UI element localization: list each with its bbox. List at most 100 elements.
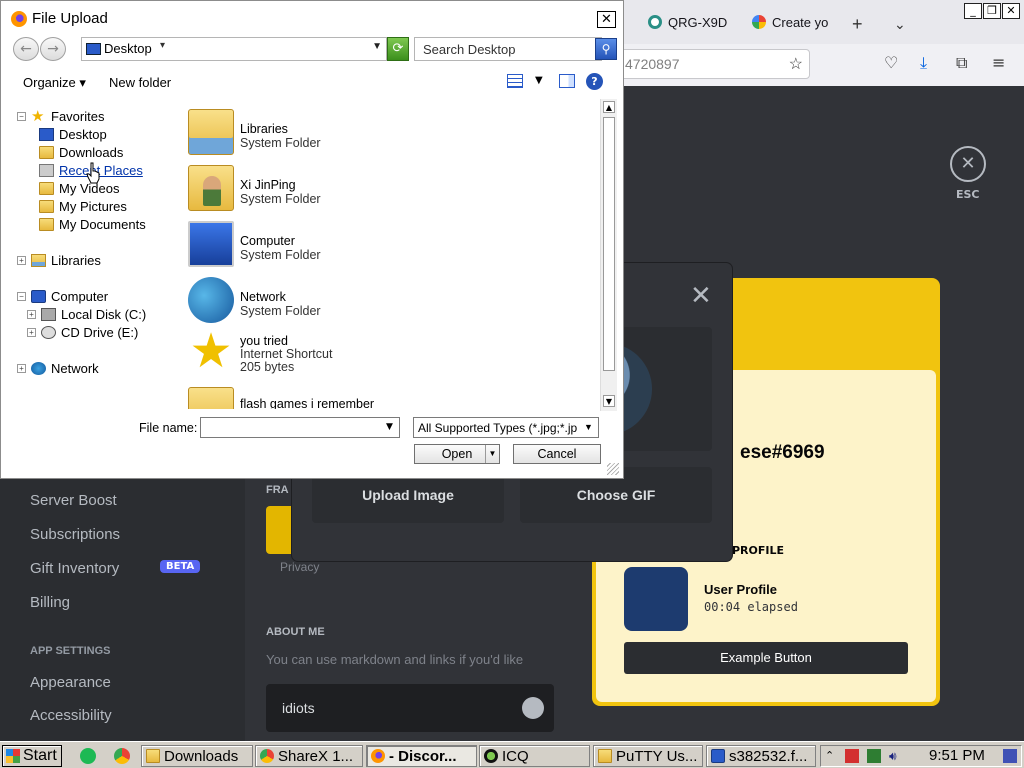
- list-item-folder[interactable]: flash games i remember: [184, 383, 584, 409]
- refresh-icon[interactable]: ⟳: [387, 37, 409, 61]
- emoji-picker-icon[interactable]: [522, 697, 544, 719]
- downloads-folder-icon: [39, 145, 54, 159]
- clock[interactable]: 9:51 PM: [929, 747, 985, 764]
- tree-downloads[interactable]: Downloads: [39, 143, 123, 161]
- task-putty-user[interactable]: PuTTY Us...: [593, 745, 703, 767]
- list-item-shortcut[interactable]: ★ you tried Internet Shortcut 205 bytes: [184, 325, 584, 383]
- search-icon[interactable]: ⚲: [595, 38, 617, 60]
- nav-appearance[interactable]: Appearance: [30, 674, 111, 691]
- tree-libraries[interactable]: + Libraries: [17, 251, 101, 269]
- minimize-button[interactable]: _: [964, 3, 982, 19]
- resize-grip-icon[interactable]: [607, 463, 619, 475]
- url-bar[interactable]: 4720897 ☆: [612, 49, 810, 79]
- tree-my-documents[interactable]: My Documents: [39, 215, 146, 233]
- address-bar[interactable]: Desktop ▾ ▼: [81, 37, 387, 61]
- new-folder-button[interactable]: New folder: [109, 75, 171, 90]
- list-item-user-folder[interactable]: Xi JinPing System Folder: [184, 161, 584, 215]
- collapse-icon[interactable]: −: [17, 111, 26, 121]
- tab-list-button[interactable]: ⌄: [894, 10, 906, 38]
- nav-gift-inventory[interactable]: Gift Inventory: [30, 560, 119, 577]
- network-monitor-icon[interactable]: [867, 749, 881, 763]
- task-discord-firefox[interactable]: - Discor...: [366, 745, 477, 767]
- file-list: Libraries System Folder Xi JinPing Syste…: [184, 99, 598, 409]
- tray-expand-icon[interactable]: ⌃: [825, 749, 839, 763]
- tree-desktop[interactable]: Desktop: [39, 125, 107, 143]
- nav-subscriptions[interactable]: Subscriptions: [30, 526, 120, 543]
- list-item-computer[interactable]: Computer System Folder: [184, 217, 584, 271]
- window-close-button[interactable]: ✕: [1002, 3, 1020, 19]
- search-input[interactable]: Search Desktop: [414, 37, 602, 61]
- dialog-titlebar[interactable]: File Upload ✕: [1, 1, 623, 37]
- tree-local-disk[interactable]: + Local Disk (C:): [27, 305, 146, 323]
- tab-qrg[interactable]: QRG-X9D: [648, 8, 736, 36]
- favorites-star-icon: ★: [31, 107, 45, 125]
- spotify-icon[interactable]: [80, 748, 96, 764]
- breadcrumb-chevron-icon[interactable]: ▾: [160, 40, 165, 51]
- tree-network[interactable]: + Network: [17, 359, 99, 377]
- computer-monitor-icon: [188, 221, 234, 267]
- tree-my-videos[interactable]: My Videos: [39, 179, 119, 197]
- menu-hamburger-icon[interactable]: ≡: [992, 53, 1005, 72]
- organize-menu-button[interactable]: Organize ▾: [23, 75, 86, 91]
- scroll-up-icon[interactable]: ▲: [603, 101, 615, 113]
- folder-icon: [188, 387, 234, 409]
- nav-server-boost[interactable]: Server Boost: [30, 492, 117, 509]
- change-view-icon[interactable]: [507, 74, 523, 88]
- expand-icon[interactable]: +: [17, 255, 26, 265]
- esc-close-icon[interactable]: ✕: [950, 146, 986, 182]
- file-type-dropdown-icon[interactable]: ▼: [581, 419, 596, 436]
- file-list-scrollbar[interactable]: ▲ ▼: [600, 99, 617, 411]
- preview-pane-icon[interactable]: [559, 74, 575, 88]
- file-name-dropdown-icon[interactable]: ▼: [381, 419, 398, 436]
- bookmark-star-icon[interactable]: ☆: [789, 54, 803, 74]
- forward-arrow-icon[interactable]: →: [40, 37, 66, 61]
- task-label: Downloads: [164, 747, 239, 765]
- expand-icon[interactable]: +: [27, 327, 36, 337]
- task-sharex[interactable]: ShareX 1...: [255, 745, 363, 767]
- example-button[interactable]: Example Button: [624, 642, 908, 674]
- expand-icon[interactable]: +: [17, 363, 26, 373]
- collapse-icon[interactable]: −: [17, 291, 26, 301]
- tree-favorites[interactable]: − ★ Favorites: [17, 107, 104, 125]
- tree-my-pictures[interactable]: My Pictures: [39, 197, 127, 215]
- pocket-icon[interactable]: ♡: [884, 53, 898, 72]
- new-tab-button[interactable]: +: [852, 10, 863, 38]
- address-dropdown-icon[interactable]: ▼: [372, 41, 382, 52]
- cd-drive-icon: [41, 325, 56, 339]
- open-button[interactable]: Open ▼: [414, 444, 500, 464]
- scroll-down-icon[interactable]: ▼: [603, 395, 615, 407]
- item-type: System Folder: [240, 192, 321, 206]
- file-type-select[interactable]: All Supported Types (*.jpg;*.jp ▼: [413, 417, 599, 438]
- tree-computer[interactable]: − Computer: [17, 287, 108, 305]
- task-icq[interactable]: ICQ: [479, 745, 590, 767]
- tab-label: QRG-X9D: [668, 14, 728, 30]
- list-item-network[interactable]: Network System Folder: [184, 273, 584, 327]
- expand-icon[interactable]: +: [27, 309, 36, 319]
- extensions-icon[interactable]: ⧉: [956, 53, 967, 73]
- show-desktop-icon[interactable]: [1003, 749, 1017, 763]
- restore-button[interactable]: ❐: [983, 3, 1001, 19]
- tab-create[interactable]: Create yo: [752, 8, 838, 36]
- downloads-icon[interactable]: ⤓: [920, 53, 927, 73]
- chrome-icon[interactable]: [114, 748, 130, 764]
- cancel-button[interactable]: Cancel: [513, 444, 601, 464]
- dialog-title: File Upload: [32, 10, 108, 27]
- help-icon[interactable]: ?: [586, 73, 603, 90]
- tree-cd-drive[interactable]: + CD Drive (E:): [27, 323, 138, 341]
- nav-billing[interactable]: Billing: [30, 594, 70, 611]
- dialog-close-button[interactable]: ✕: [597, 11, 616, 28]
- nav-accessibility[interactable]: Accessibility: [30, 707, 112, 724]
- list-item-libraries[interactable]: Libraries System Folder: [184, 105, 584, 159]
- task-downloads[interactable]: Downloads: [141, 745, 253, 767]
- start-button[interactable]: Start: [2, 745, 62, 767]
- back-arrow-icon[interactable]: ←: [13, 37, 39, 61]
- scroll-thumb[interactable]: [603, 117, 615, 371]
- privacy-link[interactable]: Privacy: [280, 560, 319, 574]
- flag-icon[interactable]: [845, 749, 859, 763]
- volume-icon[interactable]: 🔊︎: [889, 749, 903, 763]
- open-split-dropdown-icon[interactable]: ▼: [485, 445, 499, 463]
- modal-close-icon[interactable]: ✕: [690, 281, 712, 311]
- view-dropdown-icon[interactable]: ▼: [535, 75, 543, 86]
- task-putty-session[interactable]: s382532.f...: [706, 745, 816, 767]
- file-name-input[interactable]: [200, 417, 400, 438]
